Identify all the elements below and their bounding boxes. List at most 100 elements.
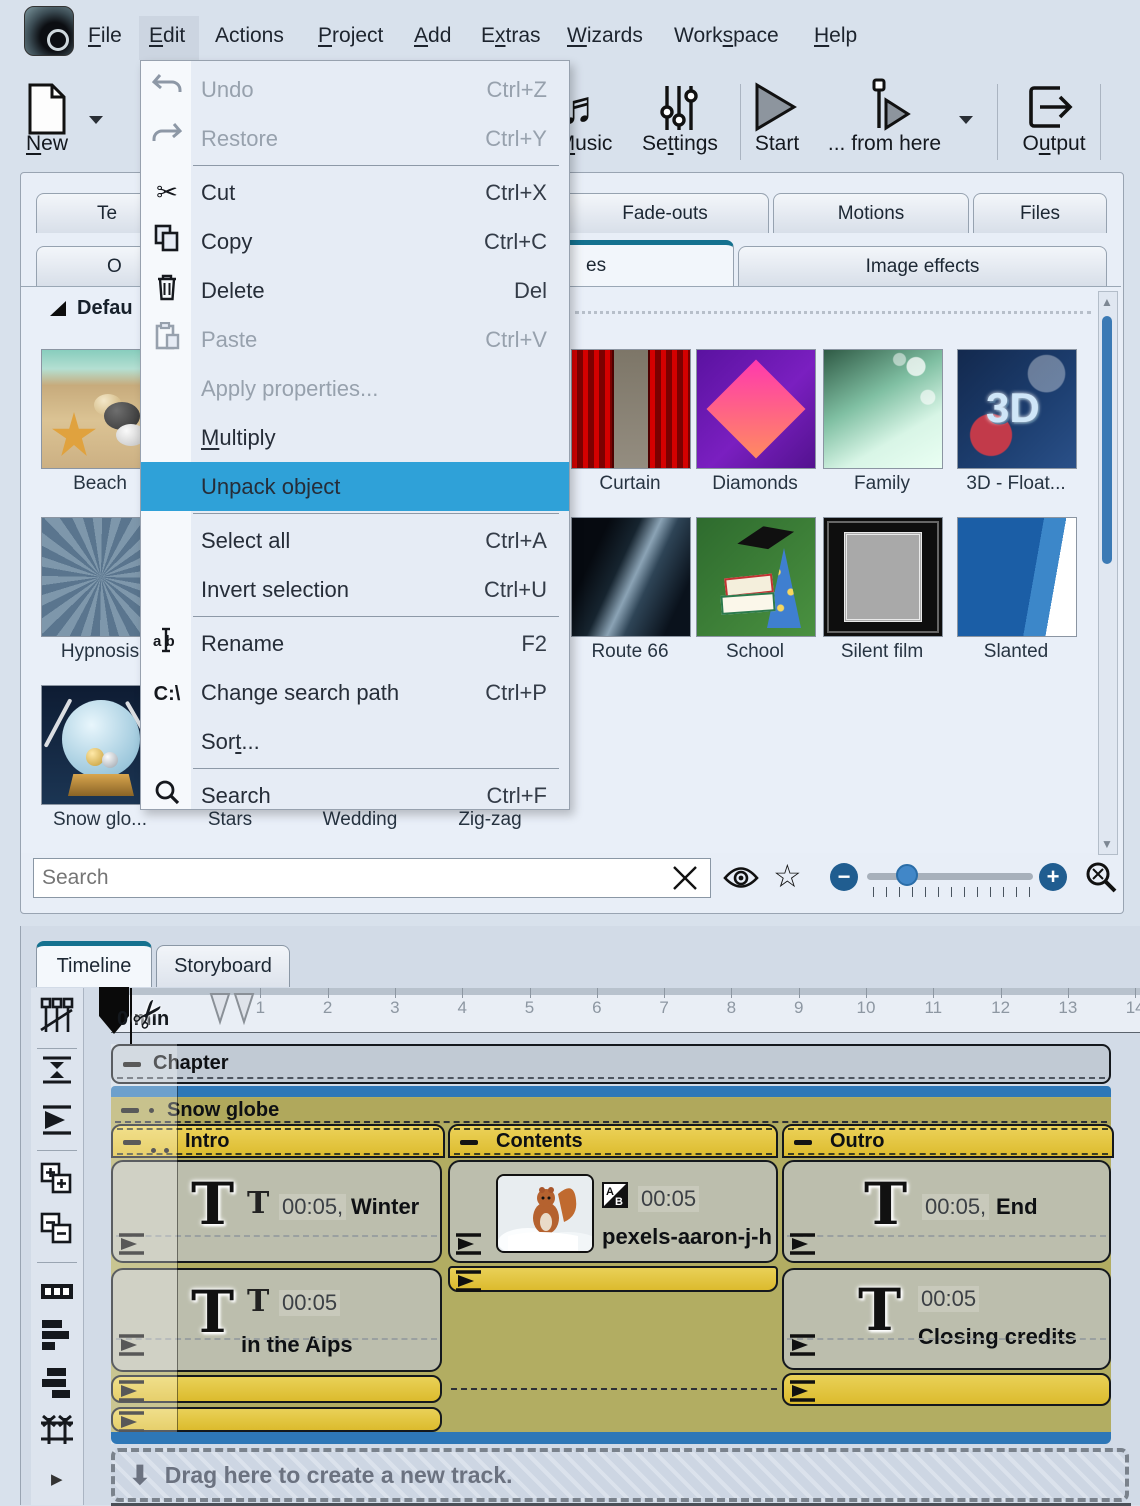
menu-item-multiply[interactable]: Multiply [141, 413, 569, 462]
zoom-in-objects-icon[interactable] [39, 1160, 75, 1200]
track-manager-icon[interactable] [39, 996, 75, 1036]
timeline-item-closing[interactable]: T 00:05 Closing credits [782, 1268, 1111, 1370]
menu-item-shortcut: Del [514, 278, 547, 304]
template-thumb-3d-float[interactable]: 3D [957, 349, 1077, 469]
template-thumb-curtain[interactable] [571, 349, 691, 469]
menubar-item-edit[interactable]: Edit [149, 24, 185, 48]
zoom-slider-track[interactable] [867, 873, 1033, 880]
menubar-item-add[interactable]: Add [414, 24, 451, 48]
expand-arrow-icon[interactable]: ▶ [51, 1470, 63, 1488]
tool-separator [37, 1262, 77, 1263]
zoom-tick [977, 887, 978, 897]
toolbox-tab-es[interactable]: es [561, 240, 734, 286]
menu-item-search[interactable]: SearchCtrl+F [141, 771, 569, 820]
scrollbar-thumb[interactable] [1102, 316, 1112, 564]
template-thumb-route-66[interactable] [571, 517, 691, 637]
group-expand-triangle[interactable] [49, 301, 67, 322]
scroll-down-icon[interactable]: ▼ [1101, 837, 1113, 851]
menubar-item-extras[interactable]: Extras [481, 24, 541, 48]
timeline-item-pexels[interactable]: AB 00:05 pexels-aaron-j-h [448, 1160, 778, 1263]
timeline-tab-timeline[interactable]: Timeline [36, 941, 152, 987]
closing-substrip[interactable] [782, 1373, 1111, 1406]
ruler-number: 7 [659, 998, 668, 1018]
menu-separator [193, 616, 559, 617]
zoom-out-objects-icon[interactable] [39, 1210, 75, 1250]
zoom-in-button[interactable]: + [1039, 863, 1067, 891]
toolbox-tab-image-effects[interactable]: Image effects [738, 246, 1107, 286]
menu-item-delete[interactable]: DeleteDel [141, 266, 569, 315]
menu-separator [193, 513, 559, 514]
clear-search-icon[interactable] [671, 864, 699, 897]
template-label: Silent film [812, 641, 952, 663]
menu-item-undo[interactable]: UndoCtrl+Z [141, 65, 569, 114]
zoom-tick [899, 887, 900, 897]
toolbox-scrollbar[interactable]: ▲ ▼ [1098, 291, 1118, 855]
template-thumb-diamonds[interactable] [696, 349, 816, 469]
start-button-label: Start [742, 132, 812, 156]
rails-icon[interactable] [39, 1412, 75, 1452]
group-track-outro[interactable]: Outro [782, 1124, 1114, 1158]
group-header-label[interactable]: Defau [77, 297, 133, 320]
eye-icon[interactable] [723, 865, 759, 896]
template-thumb-family[interactable] [823, 349, 943, 469]
menu-item-sort[interactable]: Sort... [141, 717, 569, 766]
svg-text:A: A [606, 1186, 614, 1198]
collapse-objects-icon[interactable] [39, 1052, 75, 1092]
chapter-track[interactable]: Chapter [111, 1044, 1111, 1084]
template-thumb-school[interactable] [696, 517, 816, 637]
svg-text:a b: a b [153, 633, 175, 650]
toolbox-tab-motions[interactable]: Motions [773, 193, 969, 233]
menu-item-change-search-path[interactable]: C:\Change search pathCtrl+P [141, 668, 569, 717]
animation-flag-icon [788, 1231, 818, 1257]
toolbox-tab-files[interactable]: Files [973, 193, 1107, 233]
template-thumb-slanted[interactable] [957, 517, 1077, 637]
collapse-minus-icon[interactable] [794, 1140, 812, 1145]
stagger-blocks-icon[interactable] [39, 1362, 75, 1402]
ruler-tick [866, 988, 867, 998]
search-input[interactable] [33, 858, 711, 898]
menubar-item-actions[interactable]: Actions [215, 24, 284, 48]
new-button-label: New [14, 132, 80, 156]
toolbox-tab-fade-outs[interactable]: Fade-outs [561, 193, 769, 233]
zoom-slider-thumb[interactable] [896, 864, 918, 886]
template-thumb-silent-film[interactable] [823, 517, 943, 637]
menu-item-rename[interactable]: a bRenameF2 [141, 619, 569, 668]
ruler-number: 2 [323, 998, 332, 1018]
timeline-item-end[interactable]: T 00:05, End [782, 1160, 1111, 1263]
arrange-blocks-icon[interactable] [39, 1314, 75, 1354]
favorites-star-icon[interactable]: ☆ [773, 857, 802, 895]
scroll-up-icon[interactable]: ▲ [1101, 295, 1113, 309]
menubar-item-project[interactable]: Project [318, 24, 383, 48]
play-icon [752, 82, 798, 132]
menu-item-apply-properties[interactable]: Apply properties... [141, 364, 569, 413]
filmstrip-view-icon[interactable] [39, 1272, 75, 1312]
menubar-item-help[interactable]: Help [814, 24, 857, 48]
menu-item-invert-selection[interactable]: Invert selectionCtrl+U [141, 565, 569, 614]
menu-item-restore[interactable]: RestoreCtrl+Y [141, 114, 569, 163]
menu-item-select-all[interactable]: Select allCtrl+A [141, 516, 569, 565]
menu-item-shortcut: F2 [521, 631, 547, 657]
menubar-item-file[interactable]: File [88, 24, 122, 48]
contents-substrip[interactable] [448, 1266, 778, 1292]
menu-item-unpack-object[interactable]: Unpack object [141, 462, 569, 511]
menubar-item-wizards[interactable]: Wizards [567, 24, 643, 48]
collapse-minus-icon[interactable] [460, 1140, 478, 1145]
zoom-out-button[interactable]: − [830, 863, 858, 891]
menu-item-paste[interactable]: PasteCtrl+V [141, 315, 569, 364]
new-track-dropzone[interactable]: ⬇ Drag here to create a new track. [111, 1448, 1129, 1502]
snow-globe-track[interactable]: Snow globe [111, 1098, 1111, 1124]
flag-tool-icon[interactable] [39, 1102, 75, 1142]
play-dropdown-caret[interactable] [958, 112, 974, 130]
split-marker-icon [209, 992, 255, 1033]
menubar-item-workspace[interactable]: Workspace [674, 24, 779, 48]
timeline-tab-storyboard[interactable]: Storyboard [156, 945, 290, 987]
item-duration: 00:05 [638, 1186, 699, 1212]
path-icon: C:\ [149, 679, 185, 707]
menu-item-cut[interactable]: ✂CutCtrl+X [141, 168, 569, 217]
menu-item-shortcut: Ctrl+F [487, 783, 548, 809]
group-track-contents[interactable]: Contents [448, 1124, 778, 1158]
zoom-fit-icon[interactable] [1083, 859, 1119, 900]
zoom-tick [873, 887, 874, 897]
new-dropdown-caret[interactable] [88, 112, 104, 130]
menu-item-copy[interactable]: CopyCtrl+C [141, 217, 569, 266]
